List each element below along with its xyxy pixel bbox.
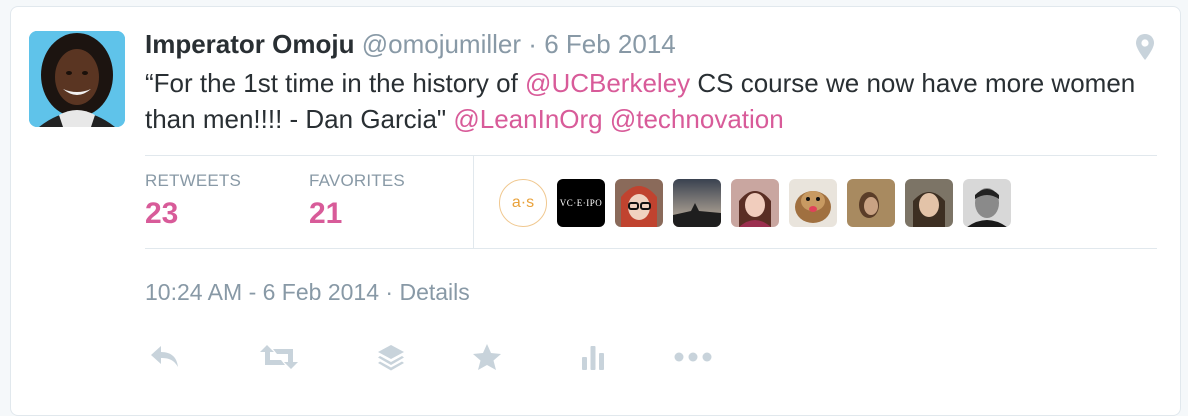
- mention-link[interactable]: @UCBerkeley: [525, 68, 690, 98]
- favoriter-avatar-3[interactable]: [615, 179, 663, 227]
- favoriter-avatar-vc[interactable]: VC·E·IPO: [557, 179, 605, 227]
- timestamp-separator: ·: [385, 279, 394, 305]
- favoriter-avatar-9[interactable]: [963, 179, 1011, 227]
- retweets-label: RETWEETS: [145, 171, 242, 190]
- favorites-label: FAVORITES: [309, 171, 405, 190]
- stats-divider-bottom: [145, 248, 1157, 249]
- author-handle[interactable]: @omojumiller: [362, 29, 521, 59]
- mention-link[interactable]: @technovation: [610, 104, 784, 134]
- retweets-stat[interactable]: RETWEETS 23: [145, 171, 241, 231]
- tweet-timestamp: 10:24 AM - 6 Feb 2014 · Details: [145, 279, 470, 306]
- location-pin-icon[interactable]: [1135, 33, 1155, 61]
- favorites-count: 21: [309, 197, 343, 230]
- tweet-date[interactable]: 6 Feb 2014: [544, 29, 676, 59]
- reply-icon[interactable]: [145, 339, 185, 375]
- author-avatar[interactable]: [29, 31, 125, 127]
- timestamp-text[interactable]: 10:24 AM - 6 Feb 2014: [145, 279, 379, 305]
- tweet-text: “For the 1st time in the history of @UCB…: [145, 65, 1145, 137]
- favoriter-avatar-8[interactable]: [905, 179, 953, 227]
- more-icon[interactable]: [673, 339, 713, 375]
- retweet-icon[interactable]: [259, 339, 299, 375]
- stats-divider-top: [145, 155, 1157, 156]
- details-link[interactable]: Details: [399, 279, 469, 305]
- date-separator: ·: [528, 29, 537, 59]
- favoriter-avatar-7[interactable]: [847, 179, 895, 227]
- favoriter-avatar-4[interactable]: [673, 179, 721, 227]
- tweet-text-segment: “For the 1st time in the history of: [145, 68, 526, 98]
- favoriter-avatar-as[interactable]: a·s: [499, 179, 547, 227]
- retweets-count: 23: [145, 197, 179, 230]
- layers-icon[interactable]: [371, 339, 411, 375]
- stats-divider-vertical: [473, 156, 474, 248]
- mention-link[interactable]: @LeanInOrg: [453, 104, 602, 134]
- tweet-header: Imperator Omoju @omojumiller · 6 Feb 201…: [145, 29, 676, 59]
- tweet-text-segment: [603, 104, 610, 134]
- favorites-stat[interactable]: FAVORITES 21: [309, 171, 405, 231]
- favoriter-avatar-6[interactable]: [789, 179, 837, 227]
- analytics-icon[interactable]: [573, 339, 613, 375]
- tweet-card: Imperator Omoju @omojumiller · 6 Feb 201…: [10, 6, 1181, 416]
- author-name[interactable]: Imperator Omoju: [145, 29, 354, 59]
- favoriter-avatar-5[interactable]: [731, 179, 779, 227]
- favorite-star-icon[interactable]: [467, 339, 507, 375]
